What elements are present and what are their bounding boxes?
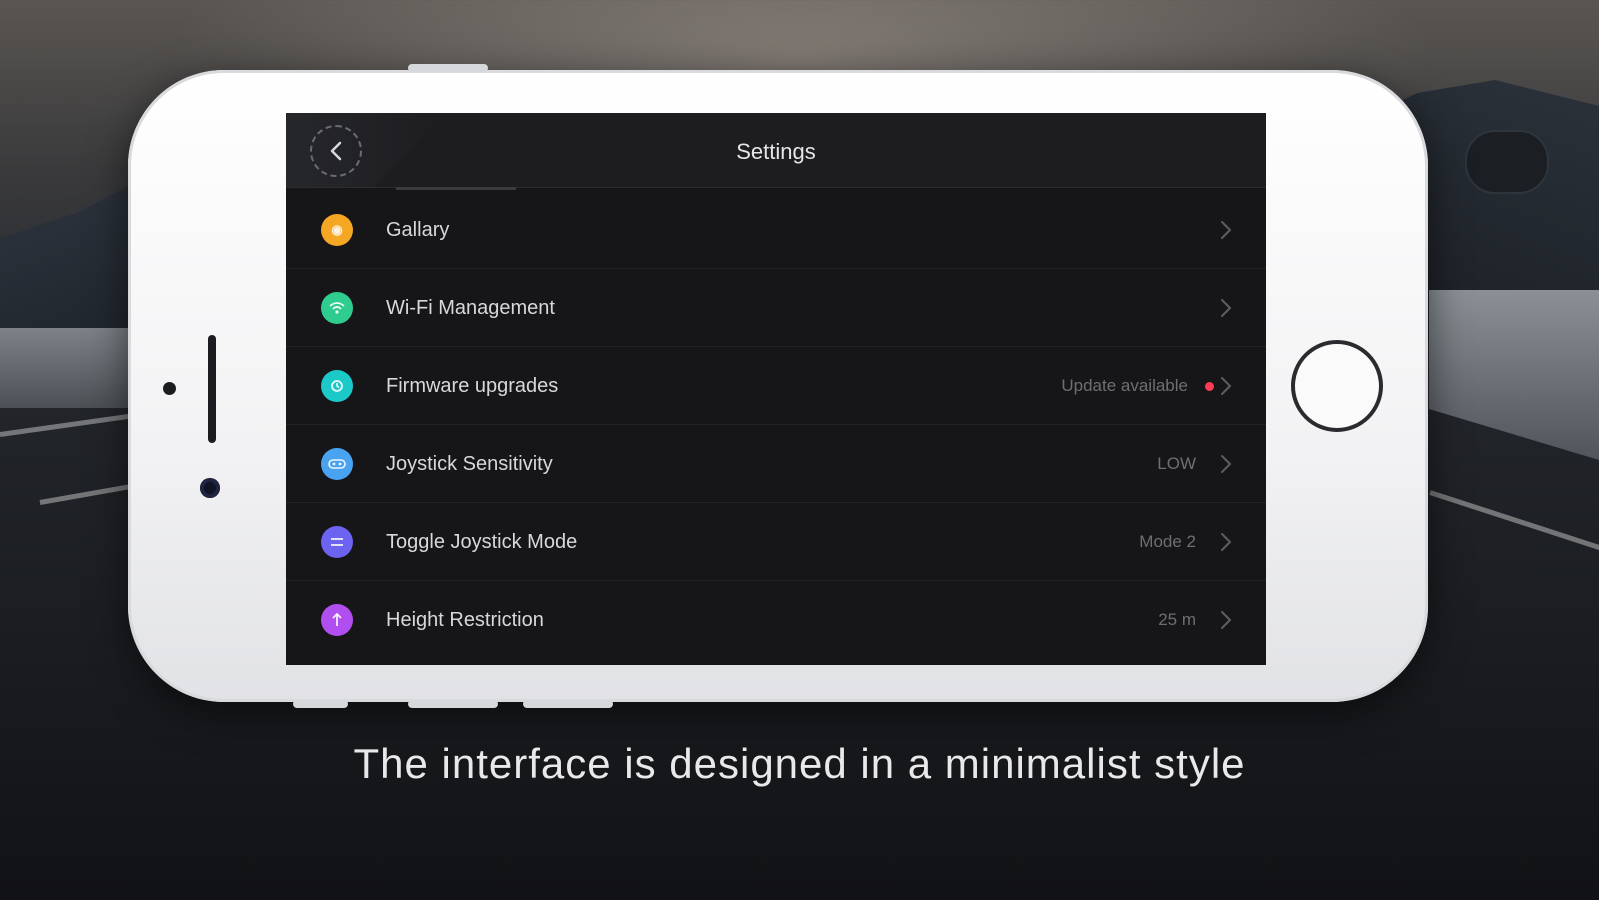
background-barrier-left [0, 328, 140, 408]
promo-caption: The interface is designed in a minimalis… [353, 740, 1246, 787]
settings-row-value: 25 m [1158, 610, 1196, 629]
chevron-right-icon [1221, 611, 1231, 629]
settings-list: ◉ Gallary Wi-Fi Management Firmware upgr… [286, 191, 1266, 659]
proximity-sensor [163, 382, 176, 395]
phone-frame: Settings ◉ Gallary Wi-Fi Management Firm… [128, 64, 1428, 708]
settings-row-joystick-mode[interactable]: Toggle Joystick Mode Mode 2 [286, 503, 1266, 581]
wifi-icon [321, 292, 353, 324]
chevron-right-icon [1221, 221, 1231, 239]
app-screen: Settings ◉ Gallary Wi-Fi Management Firm… [286, 113, 1266, 665]
settings-row-label: Wi-Fi Management [386, 297, 555, 319]
chevron-right-icon [1221, 377, 1231, 395]
settings-row-label: Toggle Joystick Mode [386, 531, 578, 553]
height-icon [321, 604, 353, 636]
earpiece-speaker [208, 335, 216, 443]
settings-row-value: Mode 2 [1139, 532, 1196, 551]
phone-side-button [408, 700, 498, 708]
phone-side-button [523, 700, 613, 708]
nav-bar: Settings [286, 113, 1266, 188]
firmware-icon [321, 370, 353, 402]
nav-underline [396, 187, 516, 190]
settings-row-label: Height Restriction [386, 609, 544, 631]
front-camera [200, 478, 220, 498]
update-badge [1205, 382, 1214, 391]
settings-row-value: Update available [1061, 376, 1188, 395]
chevron-right-icon [1221, 533, 1231, 551]
chevron-right-icon [1221, 299, 1231, 317]
settings-row-height-restriction[interactable]: Height Restriction 25 m [286, 581, 1266, 659]
joystick-icon [321, 448, 353, 480]
page-title: Settings [736, 139, 816, 164]
phone-side-button [293, 700, 348, 708]
chevron-right-icon [1221, 455, 1231, 473]
settings-row-wifi[interactable]: Wi-Fi Management [286, 269, 1266, 347]
mode-icon [321, 526, 353, 558]
settings-row-value: LOW [1157, 454, 1196, 473]
gallery-icon: ◉ [321, 214, 353, 246]
settings-row-joystick-sensitivity[interactable]: Joystick Sensitivity LOW [286, 425, 1266, 503]
phone-side-button [408, 64, 488, 72]
settings-row-gallery[interactable]: ◉ Gallary [286, 191, 1266, 269]
home-button[interactable] [1291, 340, 1383, 432]
settings-row-firmware[interactable]: Firmware upgrades Update available [286, 347, 1266, 425]
settings-row-label: Gallary [386, 219, 450, 241]
background-road-sign [1465, 130, 1549, 194]
settings-row-label: Joystick Sensitivity [386, 453, 553, 475]
settings-row-label: Firmware upgrades [386, 375, 559, 397]
